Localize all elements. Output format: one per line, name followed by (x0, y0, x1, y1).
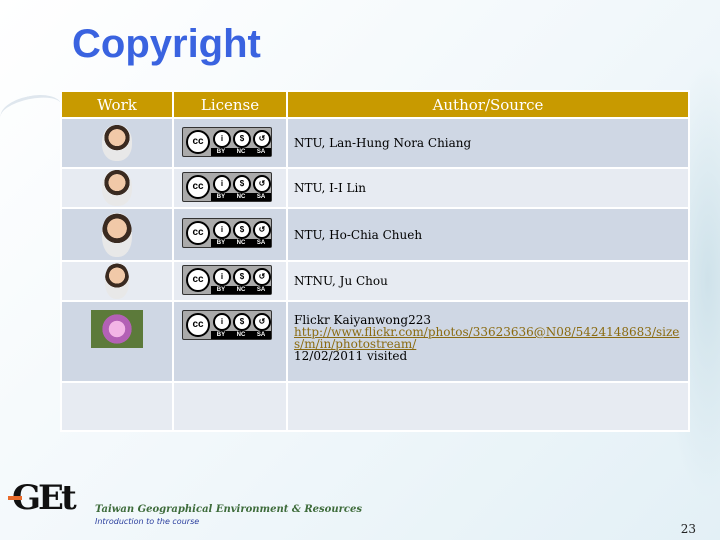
by-label: BY (216, 286, 226, 293)
sa-icon: ↺ (253, 221, 271, 239)
author-cell: NTU, I-I Lin (286, 167, 690, 209)
cc-by-nc-sa-badge: cc i $ ↺ BY NC SA (182, 218, 272, 248)
table-row: cc i $ ↺ BY NC SA Flickr Kaiyanwong223 http://… (60, 300, 690, 383)
cc-by-nc-sa-badge: cc i $ ↺ BY NC SA (182, 264, 272, 295)
by-icon: i (213, 129, 231, 148)
table-row: cc i $ ↺ BY NC SA NTNU, Ju Chou (60, 260, 690, 302)
by-icon: i (213, 267, 231, 286)
nc-icon: $ (233, 221, 251, 239)
by-icon: i (213, 313, 231, 331)
sa-icon: ↺ (253, 174, 271, 193)
footer-org: Taiwan Geographical Environment & Resour… (95, 504, 362, 515)
nc-icon: $ (233, 267, 251, 286)
page-number: 23 (680, 522, 696, 536)
table-row-empty (60, 381, 690, 432)
sa-label: SA (256, 193, 266, 200)
decorative-swoosh (0, 89, 65, 133)
cc-icon: cc (186, 313, 210, 337)
copyright-table: Work License Author/Source cc i $ ↺ BY NC SA N… (60, 90, 690, 432)
sa-label: SA (256, 148, 266, 155)
sa-icon: ↺ (253, 267, 271, 286)
portrait-photo (102, 212, 132, 257)
nc-label: NC (236, 148, 246, 155)
table-row: cc i $ ↺ BY NC SA NTU, Lan-Hung Nora Chiang (60, 117, 690, 169)
by-label: BY (216, 148, 226, 155)
cc-icon: cc (186, 174, 210, 199)
by-icon: i (213, 174, 231, 193)
source-link[interactable]: http://www.flickr.com/photos/33623636@N0… (294, 325, 679, 351)
cc-icon: cc (186, 221, 210, 245)
portrait-photo (105, 263, 129, 299)
footer-subtitle: Introduction to the course (95, 517, 200, 526)
get-logo: GEt (8, 478, 77, 518)
nc-label: NC (236, 193, 246, 200)
sa-icon: ↺ (253, 313, 271, 331)
by-label: BY (216, 240, 226, 246)
nc-icon: $ (233, 129, 251, 148)
author-cell: NTNU, Ju Chou (286, 260, 690, 302)
header-license: License (172, 90, 288, 119)
portrait-photo (102, 170, 132, 206)
by-label: BY (216, 332, 226, 338)
author-cell: NTU, Ho-Chia Chueh (286, 207, 690, 262)
portrait-photo (102, 125, 132, 161)
table-row: cc i $ ↺ BY NC SA NTU, Ho-Chia Chueh (60, 207, 690, 262)
sa-label: SA (256, 286, 266, 293)
sa-icon: ↺ (253, 129, 271, 148)
table-row: cc i $ ↺ BY NC SA NTU, I-I Lin (60, 167, 690, 209)
sa-label: SA (256, 240, 266, 246)
nc-label: NC (236, 240, 246, 246)
cc-icon: cc (186, 129, 210, 154)
sa-label: SA (256, 332, 266, 338)
nc-label: NC (236, 286, 246, 293)
visited-date: 12/02/2011 visited (294, 349, 408, 363)
page-title: Copyright (72, 22, 261, 66)
cc-icon: cc (186, 267, 210, 292)
header-author: Author/Source (286, 90, 690, 119)
author-cell: NTU, Lan-Hung Nora Chiang (286, 117, 690, 169)
cc-by-nc-sa-badge: cc i $ ↺ BY NC SA (182, 126, 272, 157)
by-label: BY (216, 193, 226, 200)
by-icon: i (213, 221, 231, 239)
nc-icon: $ (233, 313, 251, 331)
header-work: Work (60, 90, 174, 119)
nc-icon: $ (233, 174, 251, 193)
cc-by-nc-sa-badge: cc i $ ↺ BY NC SA (182, 310, 272, 340)
nc-label: NC (236, 332, 246, 338)
flower-photo (91, 310, 143, 348)
cc-by-nc-sa-badge: cc i $ ↺ BY NC SA (182, 171, 272, 202)
